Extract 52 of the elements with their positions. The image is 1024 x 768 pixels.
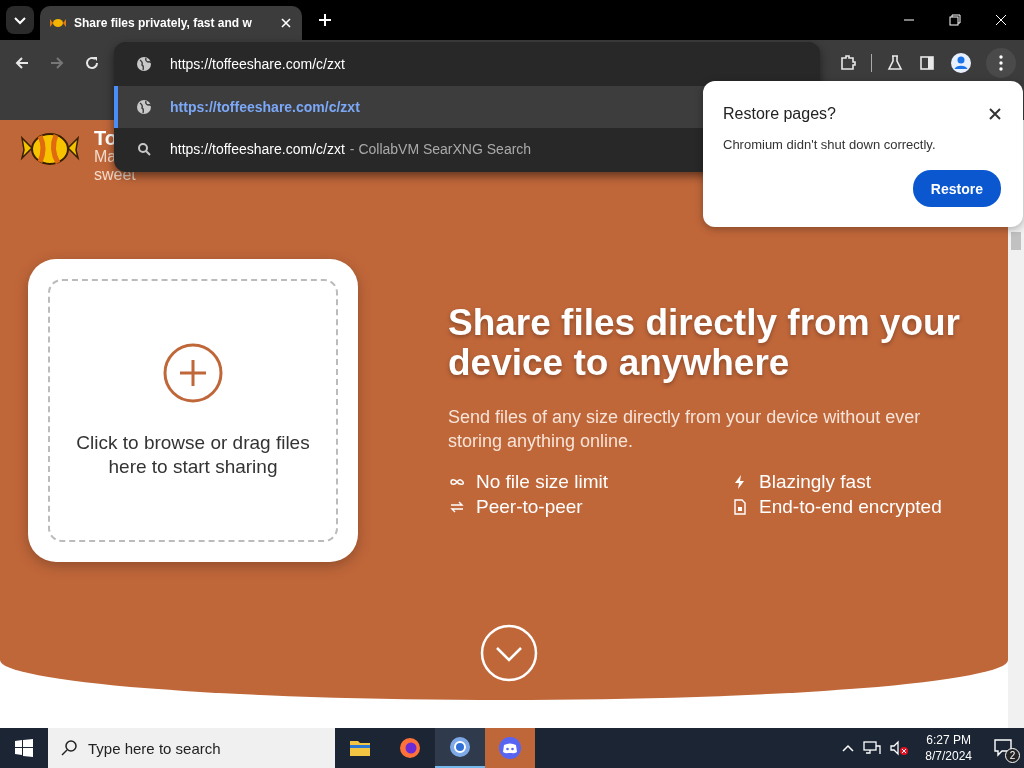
network-icon[interactable] — [863, 740, 882, 756]
profile-icon[interactable] — [950, 52, 972, 74]
search-icon — [136, 141, 152, 157]
feature-label: Peer-to-peer — [476, 496, 583, 518]
notification-button[interactable]: 2 — [984, 728, 1024, 768]
restore-button[interactable]: Restore — [912, 170, 1001, 207]
windows-start-icon[interactable] — [15, 739, 33, 757]
suggestion-text: https://toffeeshare.com/c/zxt — [170, 99, 360, 115]
speaker-muted-icon[interactable] — [889, 740, 910, 756]
taskbar-app[interactable] — [485, 728, 535, 768]
browser-tab[interactable]: Share files privately, fast and w — [40, 6, 302, 40]
flask-icon[interactable] — [886, 54, 904, 72]
address-field[interactable]: https://toffeeshare.com/c/zxt — [170, 56, 570, 72]
scrollbar-thumb[interactable] — [1011, 232, 1021, 250]
taskbar-app[interactable] — [435, 728, 485, 768]
back-icon[interactable] — [14, 55, 30, 71]
document-lock-icon — [731, 499, 749, 515]
close-icon[interactable] — [989, 108, 1001, 120]
tab-title: Share files privately, fast and w — [74, 16, 253, 30]
clock-time: 6:27 PM — [925, 732, 972, 748]
feature-label: Blazingly fast — [759, 471, 871, 493]
search-icon — [60, 739, 78, 757]
taskbar-search-field[interactable]: Type here to search — [48, 728, 335, 768]
suggestion-source: - CollabVM SearXNG Search — [349, 141, 532, 157]
add-icon[interactable] — [163, 342, 223, 403]
drop-zone-text: Click to browse or drag files here to start sharing — [75, 430, 311, 479]
browser-icon — [447, 734, 473, 760]
forward-icon — [49, 55, 65, 71]
new-tab-icon[interactable] — [318, 13, 332, 27]
side-panel-icon[interactable] — [918, 54, 936, 72]
reload-icon[interactable] — [84, 55, 100, 71]
globe-icon — [136, 56, 152, 72]
browser-icon — [397, 735, 423, 761]
feature-label: End-to-end encrypted — [759, 496, 942, 518]
menu-icon[interactable] — [986, 48, 1016, 78]
chat-app-icon — [497, 735, 523, 761]
message-icon — [994, 739, 1014, 757]
suggestion-text: https://toffeeshare.com/c/zxt — [170, 141, 345, 157]
globe-icon — [136, 99, 152, 115]
dialog-message: Chromium didn't shut down correctly. — [723, 137, 937, 152]
clock-date: 8/7/2024 — [925, 748, 972, 764]
tab-list-icon[interactable] — [6, 6, 34, 34]
headline: Share files directly from your device to anywhere — [448, 303, 961, 383]
feature-label: No file size limit — [476, 471, 608, 493]
candy-icon — [50, 18, 66, 28]
subtitle: Send files of any size directly from your device without ever storing anything online. — [448, 406, 922, 453]
puzzle-icon[interactable] — [839, 54, 857, 72]
restore-icon[interactable] — [949, 14, 961, 26]
drop-zone[interactable]: Click to browse or drag files here to start sharing — [48, 279, 338, 542]
chevron-down-icon[interactable] — [480, 624, 538, 682]
notification-count: 2 — [1005, 748, 1020, 763]
swap-arrows-icon — [448, 499, 466, 515]
